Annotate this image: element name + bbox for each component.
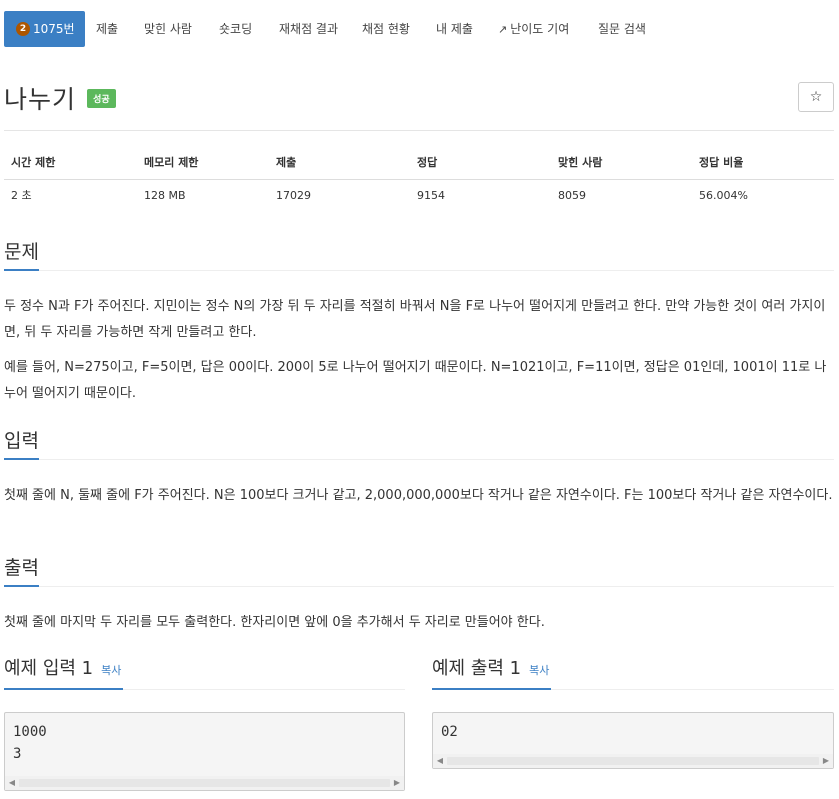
scrollbar-thumb[interactable] (19, 779, 390, 787)
sample-output-title: 예제 출력 1 (432, 658, 522, 679)
copy-output-link[interactable]: 복사 (529, 664, 549, 677)
output-heading: 출력 (4, 557, 39, 587)
copy-input-link[interactable]: 복사 (101, 664, 121, 677)
sample-output-code: 02 (441, 724, 458, 740)
header-submissions: 제출 (276, 156, 297, 169)
value-accept-ratio: 56.004% (699, 189, 748, 202)
scroll-left-icon[interactable]: ◀ (5, 776, 19, 790)
table-header-row: 시간 제한 메모리 제한 제출 정답 맞힌 사람 정답 비율 (4, 148, 834, 180)
header-accept-ratio: 정답 비율 (699, 156, 744, 169)
tab-difficulty-label: 난이도 기여 (510, 22, 570, 36)
tab-question-search[interactable]: 질문 검색 (586, 11, 658, 47)
table-row: 2 초 128 MB 17029 9154 8059 56.004% (4, 180, 834, 212)
sample-output-heading: 예제 출력 1 복사 (432, 656, 552, 690)
tab-rejudge-results[interactable]: 재채점 결과 (267, 11, 350, 47)
output-paragraph: 첫째 줄에 마지막 두 자리를 모두 출력한다. 한자리이면 앞에 0을 추가해… (4, 615, 545, 630)
external-link-icon: ↗ (498, 23, 508, 36)
sample-input-header: 예제 입력 1 복사 (4, 656, 405, 690)
output-header: 출력 (4, 557, 834, 587)
value-submissions: 17029 (276, 189, 311, 202)
header-solved-users: 맞힌 사람 (558, 156, 603, 169)
input-header: 입력 (4, 430, 834, 460)
header-memory-limit: 메모리 제한 (144, 156, 199, 169)
description-paragraph-2: 예를 들어, N=275이고, F=5이면, 답은 00이다. 200이 5로 … (4, 360, 827, 401)
scroll-right-icon[interactable]: ▶ (819, 754, 833, 768)
tier-badge-icon: 2 (16, 21, 30, 36)
horizontal-scrollbar[interactable]: ◀ ▶ (433, 754, 833, 768)
input-paragraph: 첫째 줄에 N, 둘째 줄에 F가 주어진다. N은 100보다 크거나 같고,… (4, 488, 833, 503)
tab-submit[interactable]: 제출 (84, 11, 130, 47)
tab-problem[interactable]: 2 1075번 (4, 11, 85, 47)
value-solved-users: 8059 (558, 189, 586, 202)
value-accepted: 9154 (417, 189, 445, 202)
sample-input-box: 1000 3 ◀ ▶ (4, 712, 405, 791)
value-time-limit: 2 초 (11, 189, 32, 202)
problem-nav: 2 1075번 제출 맞힌 사람 숏코딩 재채점 결과 채점 현황 내 제출 ↗ 난… (0, 0, 839, 58)
value-memory-limit: 128 MB (144, 189, 186, 202)
scroll-left-icon[interactable]: ◀ (433, 754, 447, 768)
description-header: 문제 (4, 241, 834, 271)
tab-difficulty-contribution[interactable]: ↗ 난이도 기여 (486, 11, 581, 47)
sample-output-header: 예제 출력 1 복사 (432, 656, 834, 690)
tab-short-coding[interactable]: 숏코딩 (207, 11, 264, 47)
star-button[interactable]: ☆ (798, 82, 834, 112)
tab-solved-users[interactable]: 맞힌 사람 (132, 11, 204, 47)
problem-info-table: 시간 제한 메모리 제한 제출 정답 맞힌 사람 정답 비율 2 초 128 M… (4, 148, 834, 212)
sample-input-code: 1000 3 (13, 724, 47, 762)
sample-input-title: 예제 입력 1 (4, 658, 94, 679)
page-title: 나누기 (4, 85, 77, 114)
star-icon: ☆ (809, 89, 823, 105)
problem-title-bar: 나누기 성공 (4, 80, 116, 120)
header-time-limit: 시간 제한 (11, 156, 56, 169)
scroll-right-icon[interactable]: ▶ (390, 776, 404, 790)
title-divider (4, 130, 834, 131)
status-badge: 성공 (87, 88, 116, 108)
sample-output-box: 02 ◀ ▶ (432, 712, 834, 769)
tab-judge-status[interactable]: 채점 현황 (350, 11, 422, 47)
description-heading: 문제 (4, 241, 39, 271)
header-accepted: 정답 (417, 156, 438, 169)
horizontal-scrollbar[interactable]: ◀ ▶ (5, 776, 404, 790)
scrollbar-thumb[interactable] (447, 757, 819, 765)
tab-my-submissions[interactable]: 내 제출 (424, 11, 485, 47)
description-paragraph-1: 두 정수 N과 F가 주어진다. 지민이는 정수 N의 가장 뒤 두 자리를 적… (4, 299, 826, 340)
tab-problem-label: 1075번 (33, 22, 75, 36)
sample-input-heading: 예제 입력 1 복사 (4, 656, 124, 690)
input-heading: 입력 (4, 430, 39, 460)
